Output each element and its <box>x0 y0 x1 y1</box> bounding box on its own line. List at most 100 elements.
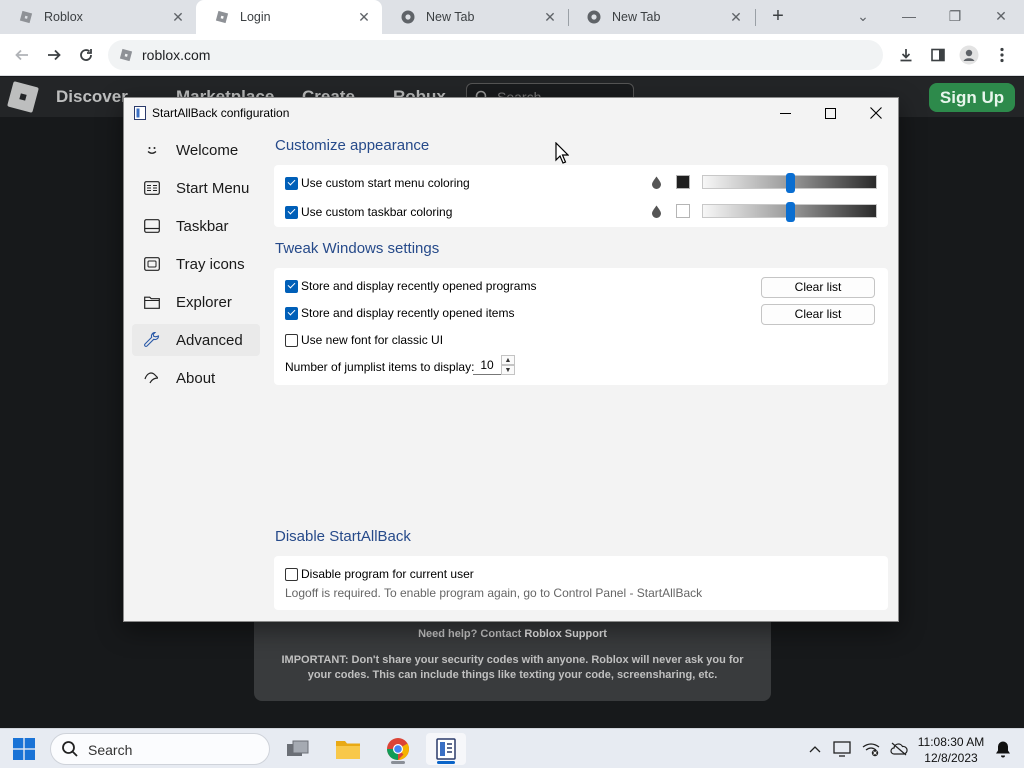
color-picker-drop-icon[interactable] <box>649 174 663 190</box>
color-picker-drop-icon[interactable] <box>649 203 663 219</box>
new-font-option[interactable]: Use new font for classic UI <box>285 331 443 349</box>
minimize-icon[interactable]: — <box>896 4 922 28</box>
close-tab-icon[interactable]: ✕ <box>542 9 558 25</box>
stepper-up-icon[interactable]: ▲ <box>501 355 515 365</box>
recent-programs-checkbox[interactable] <box>285 279 298 293</box>
login-card-footer: Need help? Contact Roblox Support IMPORT… <box>254 621 771 701</box>
about-icon <box>142 371 162 385</box>
address-bar[interactable]: roblox.com <box>108 40 883 70</box>
site-info-icon[interactable] <box>119 48 133 67</box>
taskbar-opacity-slider[interactable] <box>702 202 877 222</box>
menu-kebab-icon[interactable] <box>991 44 1013 66</box>
chrome-taskbar-button[interactable] <box>378 733 418 765</box>
download-icon[interactable] <box>895 44 917 66</box>
option-label: Store and display recently opened progra… <box>301 279 537 293</box>
task-view-icon[interactable] <box>278 733 318 765</box>
nav-discover[interactable]: Discover <box>56 87 128 107</box>
sidebar-item-welcome[interactable]: Welcome <box>132 134 260 166</box>
active-indicator <box>437 761 455 764</box>
sidebar-item-tray-icons[interactable]: Tray icons <box>132 248 260 280</box>
close-window-icon[interactable]: ✕ <box>988 4 1014 28</box>
maximize-icon[interactable] <box>810 101 850 125</box>
start-menu-opacity-slider[interactable] <box>702 173 877 193</box>
section-heading-appearance: Customize appearance <box>275 137 430 154</box>
forward-icon[interactable] <box>42 43 66 67</box>
slider-thumb[interactable] <box>786 202 795 222</box>
section-heading-disable: Disable StartAllBack <box>275 528 411 545</box>
folder-icon <box>142 295 162 309</box>
mouse-cursor-icon <box>555 141 570 169</box>
tab-search-icon[interactable]: ⌄ <box>850 4 876 28</box>
new-tab-button[interactable]: + <box>768 6 788 27</box>
option-label: Use new font for classic UI <box>301 333 444 347</box>
startallback-icon <box>436 738 456 760</box>
search-icon <box>61 740 79 763</box>
onedrive-offline-icon[interactable] <box>889 739 909 759</box>
clock-time: 11:08:30 AM <box>917 735 985 749</box>
start-menu-coloring-checkbox[interactable] <box>285 176 298 190</box>
clock-date: 12/8/2023 <box>924 751 978 765</box>
startallback-taskbar-button[interactable] <box>426 733 466 765</box>
side-panel-icon[interactable] <box>927 44 949 66</box>
window-titlebar[interactable]: StartAllBack configuration <box>124 98 898 128</box>
option-label: Use custom taskbar coloring <box>301 205 453 219</box>
browser-toolbar: roblox.com <box>0 34 1024 76</box>
close-tab-icon[interactable]: ✕ <box>170 9 186 25</box>
taskbar-coloring-checkbox[interactable] <box>285 205 298 219</box>
sidebar-item-explorer[interactable]: Explorer <box>132 286 260 318</box>
clear-programs-list-button[interactable]: Clear list <box>761 277 875 298</box>
recent-items-option[interactable]: Store and display recently opened items <box>285 304 514 322</box>
taskbar-search-box[interactable]: Search <box>50 733 270 765</box>
close-tab-icon[interactable]: ✕ <box>728 9 744 25</box>
recent-items-checkbox[interactable] <box>285 306 298 320</box>
startallback-app-icon <box>134 106 146 125</box>
close-tab-icon[interactable]: ✕ <box>356 9 372 25</box>
new-font-checkbox[interactable] <box>285 333 298 347</box>
windows-taskbar: Search 11:08:30 AM 12/8/2023 <box>0 728 1024 768</box>
jumplist-stepper[interactable]: 10 ▲ ▼ <box>473 355 515 375</box>
taskbar-color-swatch[interactable] <box>676 204 690 218</box>
back-icon[interactable] <box>10 43 34 67</box>
sidebar-item-label: Taskbar <box>176 217 229 235</box>
sidebar-item-label: About <box>176 369 216 387</box>
display-icon[interactable] <box>832 739 852 759</box>
taskbar-coloring-option[interactable]: Use custom taskbar coloring <box>285 203 452 221</box>
windows-start-button[interactable] <box>4 733 44 765</box>
show-hidden-icons-chevron[interactable] <box>805 739 825 759</box>
roblox-logo[interactable] <box>7 81 39 113</box>
slider-thumb[interactable] <box>786 173 795 193</box>
jumplist-label: Number of jumplist items to display: <box>285 360 475 374</box>
roblox-favicon <box>18 9 34 25</box>
tray-icon <box>142 257 162 271</box>
network-disconnected-icon[interactable] <box>861 739 881 759</box>
tab-login[interactable]: Login ✕ <box>196 0 382 34</box>
jumplist-value[interactable]: 10 <box>473 355 501 375</box>
notification-bell-icon[interactable] <box>993 739 1013 759</box>
restore-icon[interactable]: ❐ <box>942 4 968 28</box>
roblox-support-link[interactable]: Roblox Support <box>524 628 607 640</box>
sidebar-item-about[interactable]: About <box>132 362 260 394</box>
file-explorer-icon[interactable] <box>328 733 368 765</box>
sidebar-item-start-menu[interactable]: Start Menu <box>132 172 260 204</box>
clear-items-list-button[interactable]: Clear list <box>761 304 875 325</box>
sidebar-item-taskbar[interactable]: Taskbar <box>132 210 260 242</box>
disable-program-checkbox[interactable] <box>285 567 298 581</box>
tab-new-tab-2[interactable]: New Tab ✕ <box>568 0 754 34</box>
tab-title: New Tab <box>426 10 475 24</box>
disable-program-option[interactable]: Disable program for current user <box>285 565 474 583</box>
minimize-icon[interactable] <box>765 101 805 125</box>
tab-new-tab-1[interactable]: New Tab ✕ <box>382 0 568 34</box>
reload-icon[interactable] <box>74 43 98 67</box>
system-clock[interactable]: 11:08:30 AM 12/8/2023 <box>912 734 990 766</box>
start-menu-coloring-option[interactable]: Use custom start menu coloring <box>285 174 470 192</box>
roblox-favicon <box>214 9 230 25</box>
sidebar-item-label: Explorer <box>176 293 232 311</box>
tab-roblox[interactable]: Roblox ✕ <box>0 0 196 34</box>
sign-up-button[interactable]: Sign Up <box>929 83 1015 112</box>
start-menu-color-swatch[interactable] <box>676 175 690 189</box>
recent-programs-option[interactable]: Store and display recently opened progra… <box>285 277 536 295</box>
stepper-down-icon[interactable]: ▼ <box>501 365 515 375</box>
profile-avatar-icon[interactable] <box>958 44 980 66</box>
sidebar-item-advanced[interactable]: Advanced <box>132 324 260 356</box>
close-icon[interactable] <box>856 101 896 125</box>
